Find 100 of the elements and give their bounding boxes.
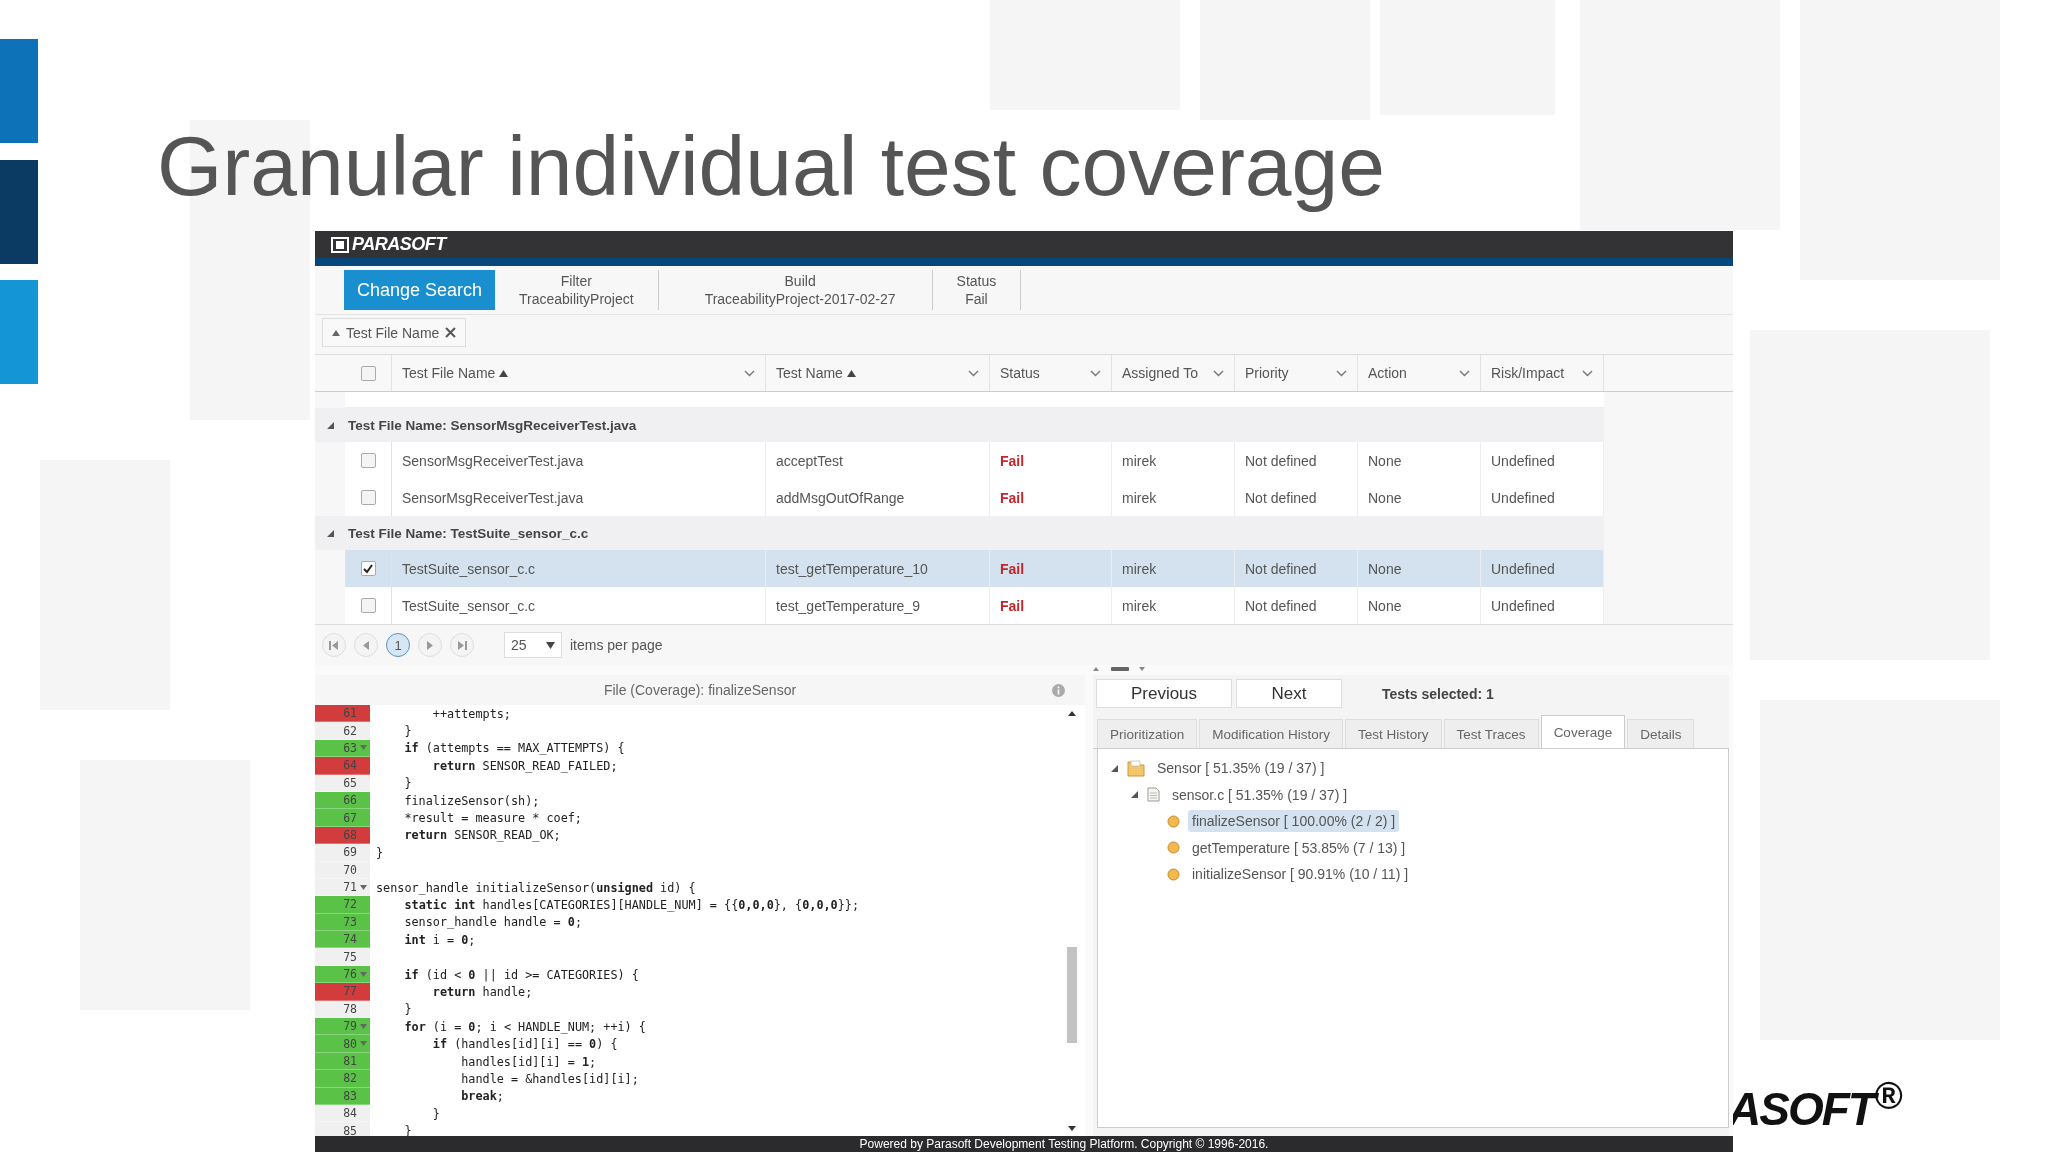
tab[interactable]: Test Traces xyxy=(1443,719,1539,748)
chevron-down-icon[interactable] xyxy=(1459,369,1470,377)
selection-count: Tests selected: 1 xyxy=(1382,685,1494,702)
table-cell: Undefined xyxy=(1491,560,1555,577)
line-number: 77 xyxy=(315,983,370,1001)
group-title: Test File Name: TestSuite_sensor_c.c xyxy=(348,525,589,541)
facet-value: TraceabilityProject-2017-02-27 xyxy=(704,291,896,307)
line-number: 64 xyxy=(315,757,370,775)
page-button[interactable]: 1 xyxy=(386,633,410,657)
expand-icon[interactable] xyxy=(326,528,335,538)
table-cell: None xyxy=(1368,489,1402,506)
checkbox[interactable] xyxy=(360,490,376,505)
table-cell: Fail xyxy=(1000,560,1025,577)
tab[interactable]: Details xyxy=(1627,719,1695,748)
code-line: *result = measure * coef; xyxy=(403,811,582,826)
facet-label: Build xyxy=(784,273,816,289)
tab[interactable]: Prioritization xyxy=(1097,719,1198,748)
code-line: } xyxy=(375,845,384,860)
code-line: return handle; xyxy=(431,984,533,999)
next-page-button[interactable] xyxy=(418,633,442,657)
tab[interactable]: Coverage xyxy=(1540,715,1626,748)
change-search-button[interactable]: Change Search xyxy=(344,270,495,310)
tree-item[interactable]: Sensor [ 51.35% (19 / 37) ] xyxy=(1153,757,1329,780)
close-icon[interactable] xyxy=(445,327,457,338)
fold-icon[interactable] xyxy=(360,1041,367,1047)
checkbox[interactable] xyxy=(360,453,376,468)
code-line: ++attempts; xyxy=(431,706,511,721)
tab[interactable]: Test History xyxy=(1345,719,1442,748)
fold-icon[interactable] xyxy=(360,971,367,977)
table-cell: mirek xyxy=(1122,452,1157,469)
slide-title: Granular individual test coverage xyxy=(157,118,1386,215)
table-cell: None xyxy=(1368,452,1402,469)
table-cell: Undefined xyxy=(1491,452,1555,469)
group-chip[interactable]: Test File Name xyxy=(322,318,467,347)
group-title: Test File Name: SensorMsgReceiverTest.java xyxy=(348,417,637,433)
column-header[interactable]: Status xyxy=(990,355,1112,391)
footer-text: Powered by Parasoft Development Testing Platform. Copyright © 1996-2016. xyxy=(859,1136,1269,1152)
table-cell: Not defined xyxy=(1245,489,1317,506)
first-page-button[interactable] xyxy=(322,633,346,657)
tab[interactable]: Modification History xyxy=(1199,719,1344,748)
column-header[interactable]: Assigned To xyxy=(1112,355,1235,391)
chevron-down-icon[interactable] xyxy=(1336,369,1347,377)
code-line: sensor_handle initializeSensor(unsigned id) { xyxy=(375,880,696,895)
tree-item[interactable]: getTemperature [ 53.85% (7 / 13) ] xyxy=(1188,836,1410,859)
logo-icon xyxy=(331,236,349,253)
column-header[interactable]: Priority xyxy=(1235,355,1358,391)
code-line: } xyxy=(403,776,412,791)
chevron-down-icon[interactable] xyxy=(744,369,755,377)
page-size-dropdown[interactable]: 25 xyxy=(504,632,562,658)
line-number: 67 xyxy=(315,809,370,827)
expand-icon[interactable] xyxy=(326,420,335,430)
facet-value: Fail xyxy=(965,291,988,307)
line-number: 69 xyxy=(315,844,370,862)
line-number: 80 xyxy=(315,1035,370,1053)
brand-logo: PARASOFT xyxy=(331,234,446,255)
code-line: handle = &handles[id][i]; xyxy=(460,1071,639,1086)
expand-icon[interactable] xyxy=(1110,763,1119,773)
column-header[interactable]: Risk/Impact xyxy=(1481,355,1604,391)
first-page-icon xyxy=(329,640,339,650)
fold-icon[interactable] xyxy=(360,745,367,751)
table-cell: acceptTest xyxy=(776,452,843,469)
chevron-down-icon[interactable] xyxy=(1582,369,1593,377)
fold-icon[interactable] xyxy=(360,884,367,890)
table-cell: Undefined xyxy=(1491,489,1555,506)
tree-item[interactable]: initializeSensor [ 90.91% (10 / 11) ] xyxy=(1188,863,1413,886)
checkbox[interactable] xyxy=(360,561,376,576)
sort-icon xyxy=(499,369,509,377)
tree-item[interactable]: sensor.c [ 51.35% (19 / 37) ] xyxy=(1168,783,1352,806)
line-number: 62 xyxy=(315,722,370,740)
info-icon[interactable] xyxy=(1052,684,1065,697)
table-cell: mirek xyxy=(1122,597,1157,614)
code-line: break; xyxy=(460,1089,504,1104)
code-line: if (attempts == MAX_ATTEMPTS) { xyxy=(403,741,625,756)
column-header[interactable]: Test File Name xyxy=(392,355,766,391)
chevron-down-icon[interactable] xyxy=(1213,369,1224,377)
nav-button[interactable]: Next xyxy=(1236,679,1342,708)
dropdown-icon xyxy=(546,641,555,649)
table-cell: Undefined xyxy=(1491,597,1555,614)
circle-icon xyxy=(1167,867,1180,881)
expand-icon[interactable] xyxy=(1130,790,1139,800)
tree-item[interactable]: finalizeSensor [ 100.00% (2 / 2) ] xyxy=(1188,810,1400,833)
code-line: static int handles[CATEGORIES][HANDLE_NUM] = {{0,0,0}, {0,0,0}}; xyxy=(403,898,859,912)
line-number: 75 xyxy=(315,948,370,966)
page-size-label: items per page xyxy=(570,637,663,653)
code-line: sensor_handle handle = 0; xyxy=(403,915,582,930)
circle-icon xyxy=(1167,814,1180,828)
table-cell: SensorMsgReceiverTest.java xyxy=(402,489,584,506)
column-header[interactable]: Action xyxy=(1358,355,1481,391)
previous-page-button[interactable] xyxy=(354,633,378,657)
chevron-down-icon[interactable] xyxy=(968,369,979,377)
checkbox[interactable] xyxy=(360,365,376,381)
chevron-down-icon[interactable] xyxy=(1090,369,1101,377)
table-cell: test_getTemperature_9 xyxy=(776,597,920,614)
checkbox[interactable] xyxy=(360,598,376,613)
last-page-button[interactable] xyxy=(450,633,474,657)
column-header[interactable]: Test Name xyxy=(766,355,990,391)
nav-button[interactable]: Previous xyxy=(1096,679,1232,708)
fold-icon[interactable] xyxy=(360,1023,367,1029)
panel-title: File (Coverage): finalizeSensor xyxy=(603,682,797,698)
table-cell: addMsgOutOfRange xyxy=(776,489,905,506)
